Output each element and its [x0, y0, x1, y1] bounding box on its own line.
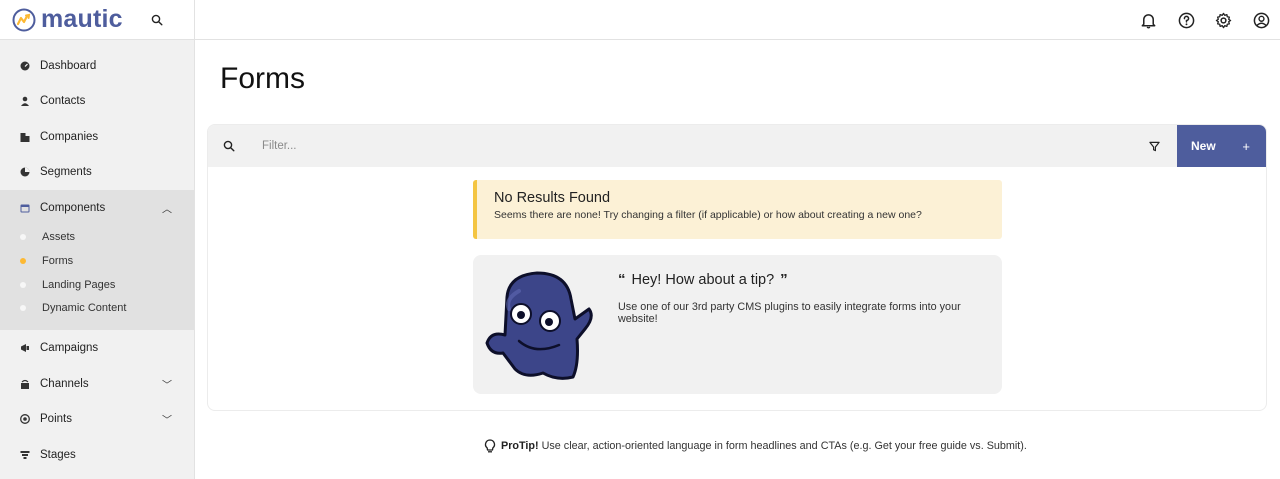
new-button-label: New: [1191, 139, 1216, 153]
status-dot: [20, 281, 26, 288]
sidebar-item-label: Dashboard: [40, 59, 97, 72]
sidebar-item-label: Points: [40, 413, 72, 425]
alert-text: Seems there are none! Try changing a fil…: [494, 209, 922, 221]
protip: ProTip! Use clear, action-oriented langu…: [483, 438, 1027, 454]
calendar-icon: [20, 203, 30, 213]
new-button[interactable]: New +: [1177, 125, 1266, 167]
chevron-up-icon: ︿: [162, 204, 172, 216]
active-dot: [20, 258, 26, 265]
user-circle-icon[interactable]: [1252, 11, 1270, 29]
logo-area: mautic: [0, 0, 194, 40]
mautic-logo[interactable]: mautic: [12, 5, 123, 34]
components-group: Components ︿ Assets Forms Landing Pages …: [0, 190, 194, 331]
filter-icon[interactable]: [1146, 138, 1162, 154]
chevron-down-icon: ﹀: [162, 380, 172, 391]
no-results-alert: No Results Found Seems there are none! T…: [473, 180, 1002, 239]
alert-title: No Results Found: [494, 190, 611, 206]
chevron-down-icon: ﹀: [162, 415, 172, 427]
sidebar-item-channels[interactable]: Channels ﹀: [0, 366, 194, 402]
sidebar-nav: Dashboard Contacts Companies Segments Co…: [0, 48, 194, 472]
sidebar-item-segments[interactable]: Segments: [0, 155, 194, 191]
plus-icon: +: [1242, 138, 1250, 154]
sidebar-item-campaigns[interactable]: Campaigns: [0, 330, 194, 366]
sidebar-item-label: Stages: [40, 448, 76, 461]
broadcast-icon: [20, 379, 30, 389]
sidebar: mautic Dashboard Contacts Companies Segm…: [0, 0, 195, 479]
sidebar-subitem-forms[interactable]: Forms: [0, 249, 194, 273]
stages-icon: [20, 450, 30, 460]
help-icon[interactable]: [1177, 11, 1195, 29]
sidebar-item-points[interactable]: Points ﹀: [0, 401, 194, 437]
search-icon[interactable]: [149, 12, 165, 28]
sidebar-subitem-label: Dynamic Content: [42, 302, 127, 315]
bell-icon[interactable]: [1140, 11, 1158, 29]
main-content: Forms New + No Results Found Seems there…: [195, 40, 1280, 479]
gear-icon[interactable]: [1215, 11, 1233, 29]
topbar: [195, 0, 1280, 40]
megaphone-icon: [20, 343, 30, 353]
mascot-illustration: [485, 271, 593, 380]
sidebar-item-label: Segments: [40, 166, 92, 179]
sidebar-item-dashboard[interactable]: Dashboard: [0, 48, 194, 84]
pie-chart-icon: [20, 167, 30, 177]
status-dot: [20, 305, 26, 312]
tip-title-text: Hey! How about a tip?: [631, 271, 775, 288]
tip-text: Use one of our 3rd party CMS plugins to …: [618, 301, 961, 325]
sidebar-subitem-landing-pages[interactable]: Landing Pages: [0, 273, 194, 297]
mautic-logo-icon: [12, 8, 36, 31]
sidebar-item-label: Channels: [40, 377, 89, 390]
sidebar-item-contacts[interactable]: Contacts: [0, 84, 194, 120]
sidebar-subitem-dynamic-content[interactable]: Dynamic Content: [0, 297, 194, 321]
dashboard-icon: [20, 61, 30, 71]
forms-panel: New + No Results Found Seems there are n…: [207, 124, 1267, 411]
sidebar-item-label: Components: [40, 201, 106, 214]
status-dot: [20, 234, 26, 241]
sidebar-item-label: Contacts: [40, 95, 86, 108]
search-icon: [223, 139, 237, 153]
open-quote-icon: “: [618, 271, 626, 288]
building-icon: [20, 132, 30, 142]
lightbulb-icon: [483, 438, 497, 454]
sidebar-subitem-label: Assets: [42, 231, 76, 244]
tip-title: “ Hey! How about a tip? ”: [618, 271, 788, 288]
sidebar-subitem-label: Forms: [42, 255, 74, 268]
sidebar-item-components[interactable]: Components ︿: [0, 190, 194, 226]
topbar-icons: [1120, 0, 1270, 40]
target-icon: [20, 414, 30, 424]
protip-label: ProTip!: [501, 440, 539, 452]
page-title: Forms: [220, 62, 305, 95]
logo-text: mautic: [41, 5, 123, 33]
sidebar-item-label: Companies: [40, 130, 99, 143]
list-toolbar: New +: [208, 125, 1266, 167]
protip-text: Use clear, action-oriented language in f…: [541, 440, 1027, 452]
tip-card: “ Hey! How about a tip? ” Use one of our…: [473, 255, 1002, 394]
close-quote-icon: ”: [780, 271, 788, 288]
filter-input[interactable]: [250, 134, 1130, 158]
sidebar-subitem-label: Landing Pages: [42, 278, 116, 291]
sidebar-item-label: Campaigns: [40, 342, 99, 354]
user-icon: [20, 96, 30, 107]
sidebar-subitem-assets[interactable]: Assets: [0, 226, 194, 250]
sidebar-item-stages[interactable]: Stages: [0, 437, 194, 473]
sidebar-item-companies[interactable]: Companies: [0, 119, 194, 155]
